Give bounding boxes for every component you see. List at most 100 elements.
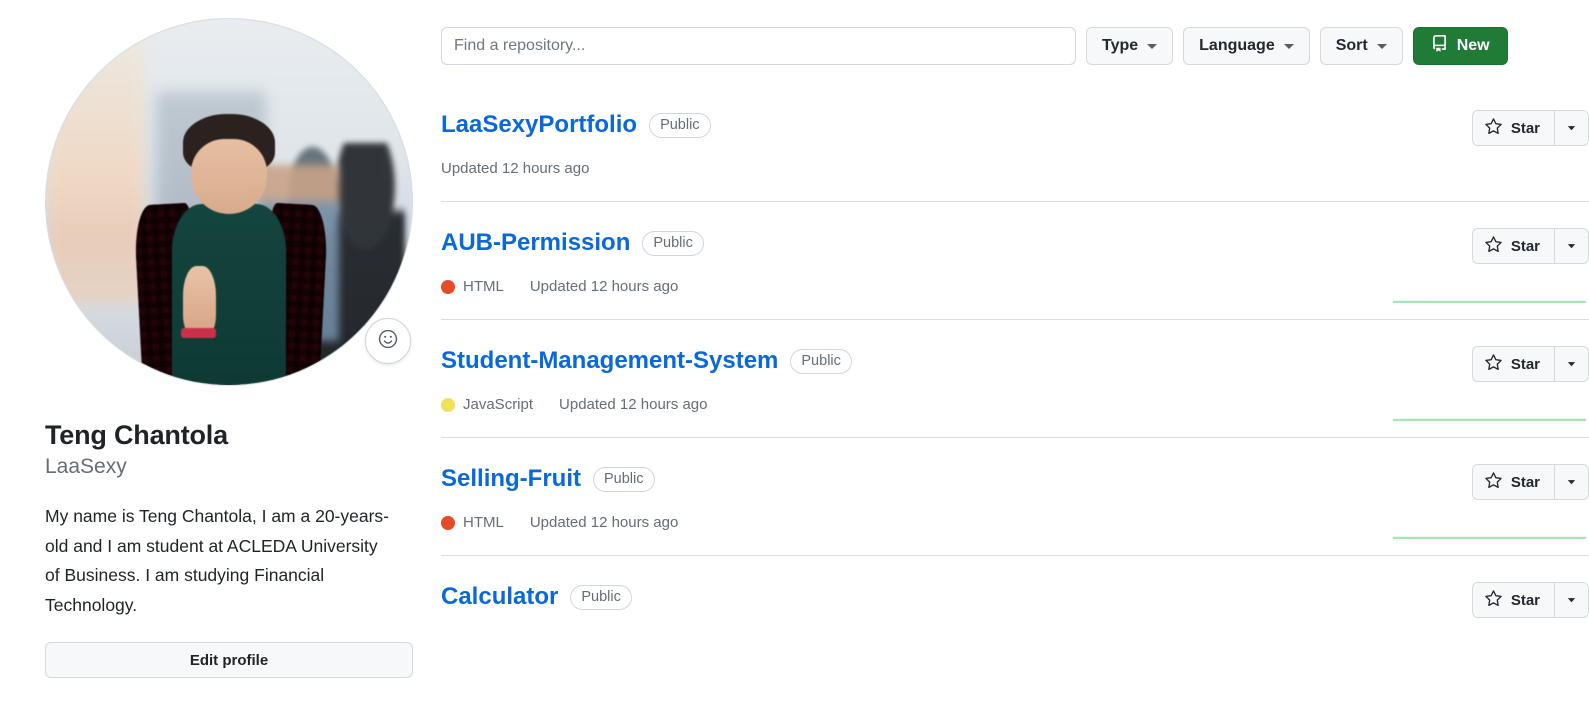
profile-display-name: Teng Chantola <box>45 420 228 450</box>
repository-title-line: Student-Management-System Public <box>441 346 1389 376</box>
activity-sparkline <box>1393 526 1586 540</box>
repository-actions: Star <box>1389 346 1589 422</box>
star-outline-icon <box>1485 471 1502 493</box>
star-button-group: Star <box>1471 582 1589 618</box>
star-outline-icon <box>1485 589 1502 611</box>
avatar-container <box>45 18 413 386</box>
chevron-down-icon <box>1147 43 1158 49</box>
language-color-dot-icon <box>441 515 455 530</box>
type-filter-label: Type <box>1102 37 1139 54</box>
star-button-group: Star <box>1471 464 1589 500</box>
repository-meta: Updated 12 hours ago <box>441 160 1389 177</box>
repository-updated-time: Updated 12 hours ago <box>559 396 708 413</box>
sort-filter-button[interactable]: Sort <box>1319 27 1403 65</box>
repository-info: AUB-Permission Public HTML Updated 12 hours… <box>441 228 1389 295</box>
visibility-badge: Public <box>649 112 711 138</box>
new-repository-label: New <box>1456 37 1490 54</box>
repository-actions: Star <box>1389 582 1589 618</box>
repositories-panel: Type Language Sort New LaaSexyPort <box>441 0 1589 728</box>
smiley-face-icon <box>377 328 399 355</box>
star-outline-icon <box>1485 117 1502 139</box>
repository-name-link[interactable]: LaaSexyPortfolio <box>441 110 637 140</box>
edit-profile-button[interactable]: Edit profile <box>45 642 413 678</box>
star-dropdown-button[interactable] <box>1554 465 1588 499</box>
repository-row: Calculator Public Star <box>441 555 1589 665</box>
repository-actions: Star <box>1389 110 1589 146</box>
repository-meta: HTML Updated 12 hours ago <box>441 278 1389 295</box>
repository-updated-time: Updated 12 hours ago <box>529 278 679 295</box>
star-outline-icon <box>1485 235 1502 257</box>
triangle-down-icon <box>1566 475 1577 490</box>
star-dropdown-button[interactable] <box>1554 229 1588 263</box>
profile-login: LaaSexy <box>45 454 127 478</box>
repository-actions: Star <box>1389 228 1589 304</box>
language-name: HTML <box>463 278 504 295</box>
star-dropdown-button[interactable] <box>1554 347 1588 381</box>
avatar[interactable] <box>45 18 413 386</box>
repository-info: Student-Management-System Public JavaScrip… <box>441 346 1389 413</box>
star-button[interactable]: Star <box>1472 583 1554 617</box>
repository-info: Selling-Fruit Public HTML Updated 12 hours … <box>441 464 1389 531</box>
repository-title-line: Selling-Fruit Public <box>441 464 1389 494</box>
language-color-dot-icon <box>441 397 455 412</box>
repository-language: JavaScript <box>441 396 533 413</box>
repository-name-link[interactable]: Calculator <box>441 582 558 612</box>
visibility-badge: Public <box>790 348 852 374</box>
star-dropdown-button[interactable] <box>1554 583 1588 617</box>
star-button[interactable]: Star <box>1472 347 1554 381</box>
activity-sparkline <box>1393 408 1586 422</box>
star-button-label: Star <box>1510 119 1540 137</box>
repository-name-link[interactable]: Selling-Fruit <box>441 464 581 494</box>
profile-bio: My name is Teng Chantola, I am a 20-year… <box>45 506 390 615</box>
visibility-badge: Public <box>570 584 632 610</box>
triangle-down-icon <box>1566 357 1577 372</box>
repository-updated-time: Updated 12 hours ago <box>529 514 679 531</box>
repository-meta: JavaScript Updated 12 hours ago <box>441 396 1389 413</box>
repository-actions: Star <box>1389 464 1589 540</box>
repository-language: HTML <box>441 514 504 531</box>
repository-name-link[interactable]: AUB-Permission <box>441 228 630 258</box>
repo-book-icon <box>1431 35 1448 57</box>
repository-row: Selling-Fruit Public HTML Updated 12 hours … <box>441 437 1589 555</box>
triangle-down-icon <box>1566 593 1577 608</box>
repository-info: LaaSexyPortfolio Public Updated 12 hours a… <box>441 110 1389 177</box>
triangle-down-icon <box>1566 239 1577 254</box>
star-button[interactable]: Star <box>1472 465 1554 499</box>
language-filter-button[interactable]: Language <box>1183 27 1310 65</box>
repository-toolbar: Type Language Sort New <box>441 27 1545 65</box>
repository-name-link[interactable]: Student-Management-System <box>441 346 778 376</box>
repository-row: AUB-Permission Public HTML Updated 12 hours… <box>441 201 1589 319</box>
star-button-group: Star <box>1471 346 1589 382</box>
new-repository-button[interactable]: New <box>1412 27 1508 65</box>
repository-row: LaaSexyPortfolio Public Updated 12 hours a… <box>441 88 1589 201</box>
activity-sparkline <box>1393 290 1586 304</box>
avatar-photo-overlay <box>46 19 412 385</box>
profile-sidebar: Teng Chantola LaaSexy My name is Teng Ch… <box>45 18 413 678</box>
github-profile-page: Teng Chantola LaaSexy My name is Teng Ch… <box>0 0 1589 728</box>
star-button-label: Star <box>1510 355 1540 373</box>
star-button-label: Star <box>1510 591 1540 609</box>
type-filter-button[interactable]: Type <box>1086 27 1174 65</box>
search-input[interactable] <box>441 27 1076 65</box>
repository-title-line: LaaSexyPortfolio Public <box>441 110 1389 140</box>
triangle-down-icon <box>1566 121 1577 136</box>
repository-title-line: Calculator Public <box>441 582 1389 612</box>
repository-language: HTML <box>441 278 504 295</box>
language-color-dot-icon <box>441 279 455 294</box>
repository-meta: HTML Updated 12 hours ago <box>441 514 1389 531</box>
repository-list: LaaSexyPortfolio Public Updated 12 hours a… <box>441 88 1589 665</box>
repository-row: Student-Management-System Public JavaScrip… <box>441 319 1589 437</box>
language-filter-label: Language <box>1199 37 1275 54</box>
chevron-down-icon <box>1283 43 1294 49</box>
language-name: JavaScript <box>463 396 534 413</box>
repository-info: Calculator Public <box>441 582 1389 612</box>
star-button-group: Star <box>1471 228 1589 264</box>
star-button[interactable]: Star <box>1472 111 1554 145</box>
language-name: HTML <box>463 514 504 531</box>
status-emoji-button[interactable] <box>365 318 411 364</box>
chevron-down-icon <box>1376 43 1387 49</box>
star-dropdown-button[interactable] <box>1554 111 1588 145</box>
repository-title-line: AUB-Permission Public <box>441 228 1389 258</box>
star-button[interactable]: Star <box>1472 229 1554 263</box>
repository-updated-time: Updated 12 hours ago <box>441 160 590 177</box>
